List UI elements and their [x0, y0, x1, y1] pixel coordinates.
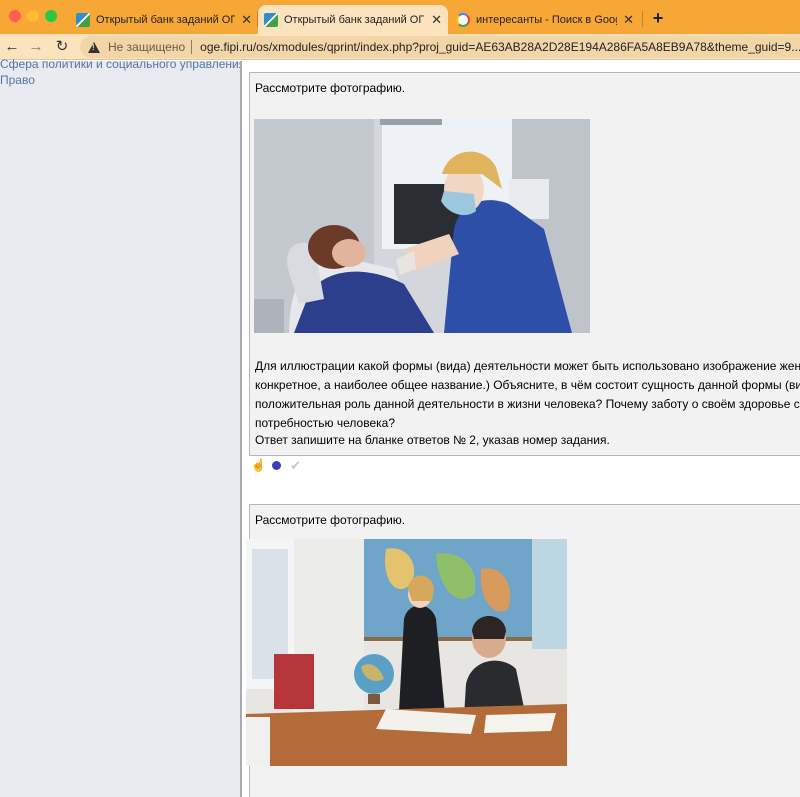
tab-close-icon[interactable]: ✕ [241, 12, 252, 28]
forward-button[interactable]: → [26, 37, 46, 57]
question-intro: Рассмотрите фотографию. [255, 513, 406, 527]
question-line: конкретное, а наиболее общее название.) … [255, 378, 800, 392]
hand-pointer-icon[interactable]: ☝ [251, 458, 266, 472]
question-line: Для иллюстрации какой формы (вида) деяте… [255, 359, 800, 373]
sidebar-item-politics[interactable]: Сфера политики и социального управления [0, 57, 245, 71]
tab-google-search[interactable]: интересанты - Поиск в Google ✕ [450, 5, 640, 34]
tab-close-icon[interactable]: ✕ [623, 12, 634, 28]
tab-label: Открытый банк заданий ОГЭ [96, 13, 236, 26]
sidebar-item-law[interactable]: Право [0, 73, 35, 87]
view-answer-icon[interactable] [272, 460, 281, 470]
question-card: Рассмотрите фотографию. [249, 72, 800, 456]
address-separator [191, 40, 193, 54]
google-favicon-icon [456, 12, 470, 27]
not-secure-label[interactable]: Не защищено [108, 40, 185, 54]
minimize-window-button[interactable] [27, 10, 39, 22]
reload-button[interactable]: ↻ [52, 37, 72, 57]
tab-fipi-1[interactable]: Открытый банк заданий ОГЭ ✕ [70, 5, 258, 34]
tab-label: Открытый банк заданий ОГЭ [284, 13, 426, 26]
question-tools: ☝ ✔ [251, 457, 302, 473]
check-icon[interactable]: ✔ [289, 459, 302, 472]
classroom-photo [246, 539, 567, 766]
tab-fipi-2-active[interactable]: Открытый банк заданий ОГЭ ✕ [258, 5, 448, 34]
fipi-favicon-icon [76, 12, 90, 27]
answer-instruction: Ответ запишите на бланке ответов № 2, ук… [255, 433, 610, 447]
dentist-photo [254, 119, 590, 333]
fipi-favicon-icon [264, 12, 278, 27]
tab-strip: Открытый банк заданий ОГЭ ✕ Открытый бан… [0, 0, 800, 34]
url-text[interactable]: oge.fipi.ru/os/xmodules/qprint/index.php… [200, 40, 800, 54]
tab-close-icon[interactable]: ✕ [431, 12, 442, 28]
close-window-button[interactable] [9, 10, 21, 22]
question-line: положительная роль данной деятельности в… [255, 397, 800, 411]
maximize-window-button[interactable] [45, 10, 57, 22]
question-intro: Рассмотрите фотографию. [255, 81, 406, 95]
topics-sidebar: Сфера политики и социального управления … [0, 57, 245, 797]
questions-panel: Рассмотрите фотографию. Для иллюстрации … [242, 61, 800, 797]
tab-separator [642, 11, 643, 27]
question-text: Для иллюстрации какой формы (вида) деяте… [255, 357, 800, 433]
address-bar[interactable]: Не защищено oge.fipi.ru/os/xmodules/qpri… [80, 36, 800, 58]
warning-icon[interactable] [88, 41, 100, 53]
back-button[interactable]: ← [2, 37, 22, 57]
new-tab-button[interactable]: + [648, 5, 668, 31]
tab-label: интересанты - Поиск в Google [476, 13, 618, 26]
